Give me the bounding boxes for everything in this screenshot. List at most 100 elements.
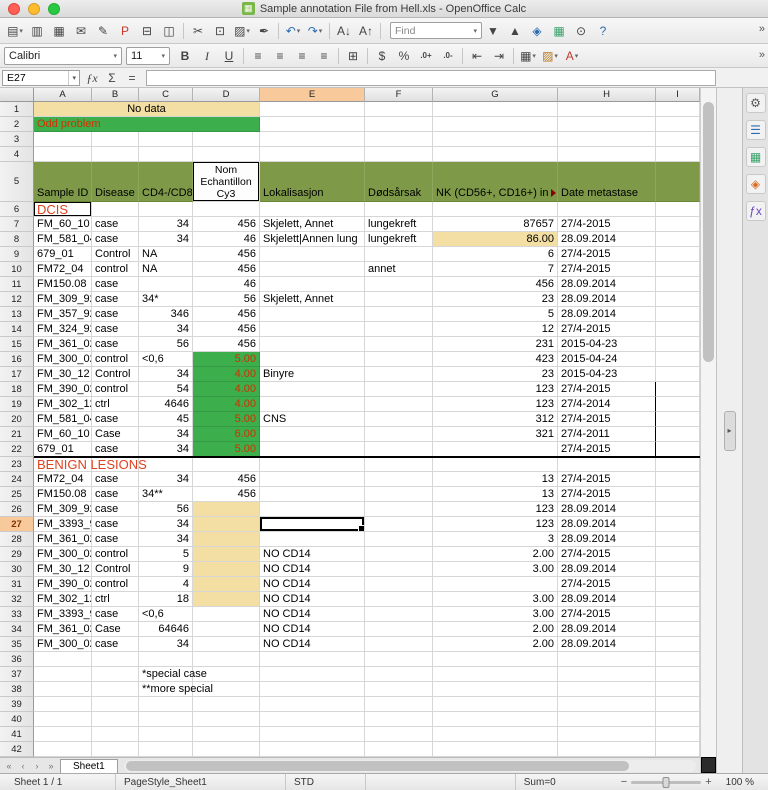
row-header-38[interactable]: 38 — [0, 682, 34, 697]
cell-I34[interactable] — [656, 622, 700, 637]
cell-G6[interactable] — [433, 202, 558, 217]
cell-H8[interactable]: 28.09.2014 — [558, 232, 656, 247]
cell-A7[interactable]: FM_60_10 — [34, 217, 92, 232]
cell-E4[interactable] — [260, 147, 365, 162]
cell-D19[interactable]: 4.00 — [193, 397, 260, 412]
cell-E10[interactable] — [260, 262, 365, 277]
cell-I25[interactable] — [656, 487, 700, 502]
cell-H21[interactable]: 27/4-2011 — [558, 427, 656, 442]
cell-B33[interactable]: case — [92, 607, 139, 622]
cell-F24[interactable] — [365, 472, 433, 487]
redo-button[interactable]: ↷▾ — [305, 21, 325, 41]
cell-E15[interactable] — [260, 337, 365, 352]
cell-E33[interactable]: NO CD14 — [260, 607, 365, 622]
cell-F39[interactable] — [365, 697, 433, 712]
cell-F12[interactable] — [365, 292, 433, 307]
zoom-slider[interactable] — [631, 781, 701, 784]
cell-A33[interactable]: FM_3393_99 — [34, 607, 92, 622]
row-header-36[interactable]: 36 — [0, 652, 34, 667]
row-header-14[interactable]: 14 — [0, 322, 34, 337]
row-header-23[interactable]: 23 — [0, 457, 34, 472]
sort-ascending-button[interactable]: A↓ — [334, 21, 354, 41]
cell-I27[interactable] — [656, 517, 700, 532]
cell-E7[interactable]: Skjelett, Annet — [260, 217, 365, 232]
cell-C18[interactable]: 54 — [139, 382, 193, 397]
cut-button[interactable]: ✂ — [188, 21, 208, 41]
cell-A14[interactable]: FM_324_92 — [34, 322, 92, 337]
background-color-button[interactable]: ▨▾ — [540, 46, 560, 66]
cell-B35[interactable]: case — [92, 637, 139, 652]
cell-B39[interactable] — [92, 697, 139, 712]
align-left-button[interactable]: ≡ — [248, 46, 268, 66]
cell-H32[interactable]: 28.09.2014 — [558, 592, 656, 607]
cell-H31[interactable]: 27/4-2015 — [558, 577, 656, 592]
cell-F4[interactable] — [365, 147, 433, 162]
cell-I4[interactable] — [656, 147, 700, 162]
cell-C25[interactable]: 34** — [139, 487, 193, 502]
cell-D7[interactable]: 456 — [193, 217, 260, 232]
cell-E18[interactable] — [260, 382, 365, 397]
cell-C30[interactable]: 9 — [139, 562, 193, 577]
cell-F9[interactable] — [365, 247, 433, 262]
cell-B34[interactable]: Case — [92, 622, 139, 637]
cell-G22[interactable] — [433, 442, 558, 457]
cell-H5[interactable]: Date metastase — [558, 162, 656, 202]
zoom-button[interactable]: ⊙ — [571, 21, 591, 41]
cell-E11[interactable] — [260, 277, 365, 292]
cell-D6[interactable] — [193, 202, 260, 217]
cell-D20[interactable]: 5.00 — [193, 412, 260, 427]
cell-E19[interactable] — [260, 397, 365, 412]
cell-G36[interactable] — [433, 652, 558, 667]
minimize-button[interactable] — [28, 3, 40, 15]
cell-E37[interactable] — [260, 667, 365, 682]
cell-F32[interactable] — [365, 592, 433, 607]
column-header-B[interactable]: B — [92, 88, 139, 102]
cell-B40[interactable] — [92, 712, 139, 727]
cell-F11[interactable] — [365, 277, 433, 292]
row-header-15[interactable]: 15 — [0, 337, 34, 352]
cell-B29[interactable]: control — [92, 547, 139, 562]
cell-G37[interactable] — [433, 667, 558, 682]
cell-F27[interactable] — [365, 517, 433, 532]
font-name-select[interactable]: Calibri ▾ — [4, 47, 122, 65]
row-header-10[interactable]: 10 — [0, 262, 34, 277]
row-header-27[interactable]: 27 — [0, 517, 34, 532]
cell-B5[interactable]: Disease — [92, 162, 139, 202]
cell-B36[interactable] — [92, 652, 139, 667]
cell-A11[interactable]: FM150.08 — [34, 277, 92, 292]
cell-B21[interactable]: Case — [92, 427, 139, 442]
cell-I31[interactable] — [656, 577, 700, 592]
cell-G23[interactable] — [433, 457, 558, 472]
row-header-30[interactable]: 30 — [0, 562, 34, 577]
maximize-button[interactable] — [48, 3, 60, 15]
navigator-button[interactable]: ◈ — [746, 174, 766, 194]
cell-I23[interactable] — [656, 457, 700, 472]
cell-C34[interactable]: 64646 — [139, 622, 193, 637]
cell-C8[interactable]: 34 — [139, 232, 193, 247]
cell-A34[interactable]: FM_361_02 — [34, 622, 92, 637]
row-header-34[interactable]: 34 — [0, 622, 34, 637]
next-sheet-button[interactable]: › — [30, 759, 44, 772]
cell-E39[interactable] — [260, 697, 365, 712]
cell-F5[interactable]: Dødsårsak — [365, 162, 433, 202]
cell-G24[interactable]: 13 — [433, 472, 558, 487]
cell-H42[interactable] — [558, 742, 656, 757]
cell-D16[interactable]: 5.00 — [193, 352, 260, 367]
horizontal-scrollbar-thumb[interactable] — [126, 761, 630, 771]
cell-B11[interactable]: case — [92, 277, 139, 292]
cell-I36[interactable] — [656, 652, 700, 667]
copy-button[interactable]: ⊡ — [210, 21, 230, 41]
cell-E31[interactable]: NO CD14 — [260, 577, 365, 592]
cell-I38[interactable] — [656, 682, 700, 697]
cell-I14[interactable] — [656, 322, 700, 337]
cell-G3[interactable] — [433, 132, 558, 147]
cell-A8[interactable]: FM_581_04 — [34, 232, 92, 247]
row-header-21[interactable]: 21 — [0, 427, 34, 442]
cell-E20[interactable]: CNS — [260, 412, 365, 427]
open-file-button[interactable]: ▥ — [27, 21, 47, 41]
cell-A25[interactable]: FM150.08 — [34, 487, 92, 502]
help-button[interactable]: ? — [593, 21, 613, 41]
align-center-button[interactable]: ≡ — [270, 46, 290, 66]
export-pdf-button[interactable]: P — [115, 21, 135, 41]
cell-F36[interactable] — [365, 652, 433, 667]
